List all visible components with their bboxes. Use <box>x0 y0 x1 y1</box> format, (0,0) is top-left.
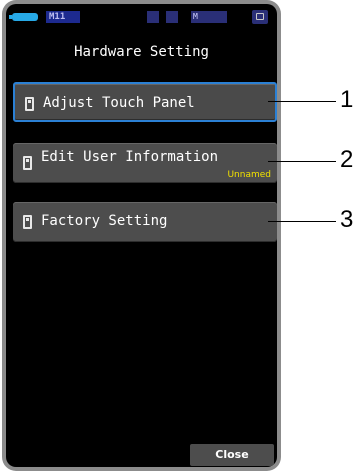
battery-icon <box>9 13 38 21</box>
adjust-touch-panel-button[interactable]: Adjust Touch Panel <box>13 82 277 122</box>
mode-icon: M <box>191 11 227 23</box>
document-icon <box>23 215 32 229</box>
button-label: Edit User Information <box>41 149 219 165</box>
edit-user-information-button[interactable]: Edit User Information Unnamed <box>13 143 277 183</box>
lock-icon <box>252 10 268 24</box>
callout-number: 3 <box>340 206 354 233</box>
callout-line <box>268 161 336 162</box>
memory-channel-badge: M11 <box>46 11 80 23</box>
callout-number: 2 <box>340 146 354 173</box>
device-frame: M11 M Hardware Setting Adjust Touch Pane… <box>2 0 281 471</box>
device-screen: M11 M Hardware Setting Adjust Touch Pane… <box>6 4 277 467</box>
button-label: Adjust Touch Panel <box>43 95 195 111</box>
close-button[interactable]: Close <box>190 444 274 466</box>
indicator-icon <box>166 11 178 23</box>
factory-setting-button[interactable]: Factory Setting <box>13 202 277 242</box>
button-label: Factory Setting <box>41 213 168 229</box>
callout-line <box>268 221 336 222</box>
document-icon <box>25 97 34 111</box>
status-bar: M11 M <box>6 4 277 26</box>
user-name-value: Unnamed <box>227 170 271 180</box>
callout-line <box>268 101 336 102</box>
page-title: Hardware Setting <box>74 44 209 60</box>
document-icon <box>23 156 32 170</box>
callout-number: 1 <box>340 86 354 113</box>
indicator-icon <box>147 11 159 23</box>
